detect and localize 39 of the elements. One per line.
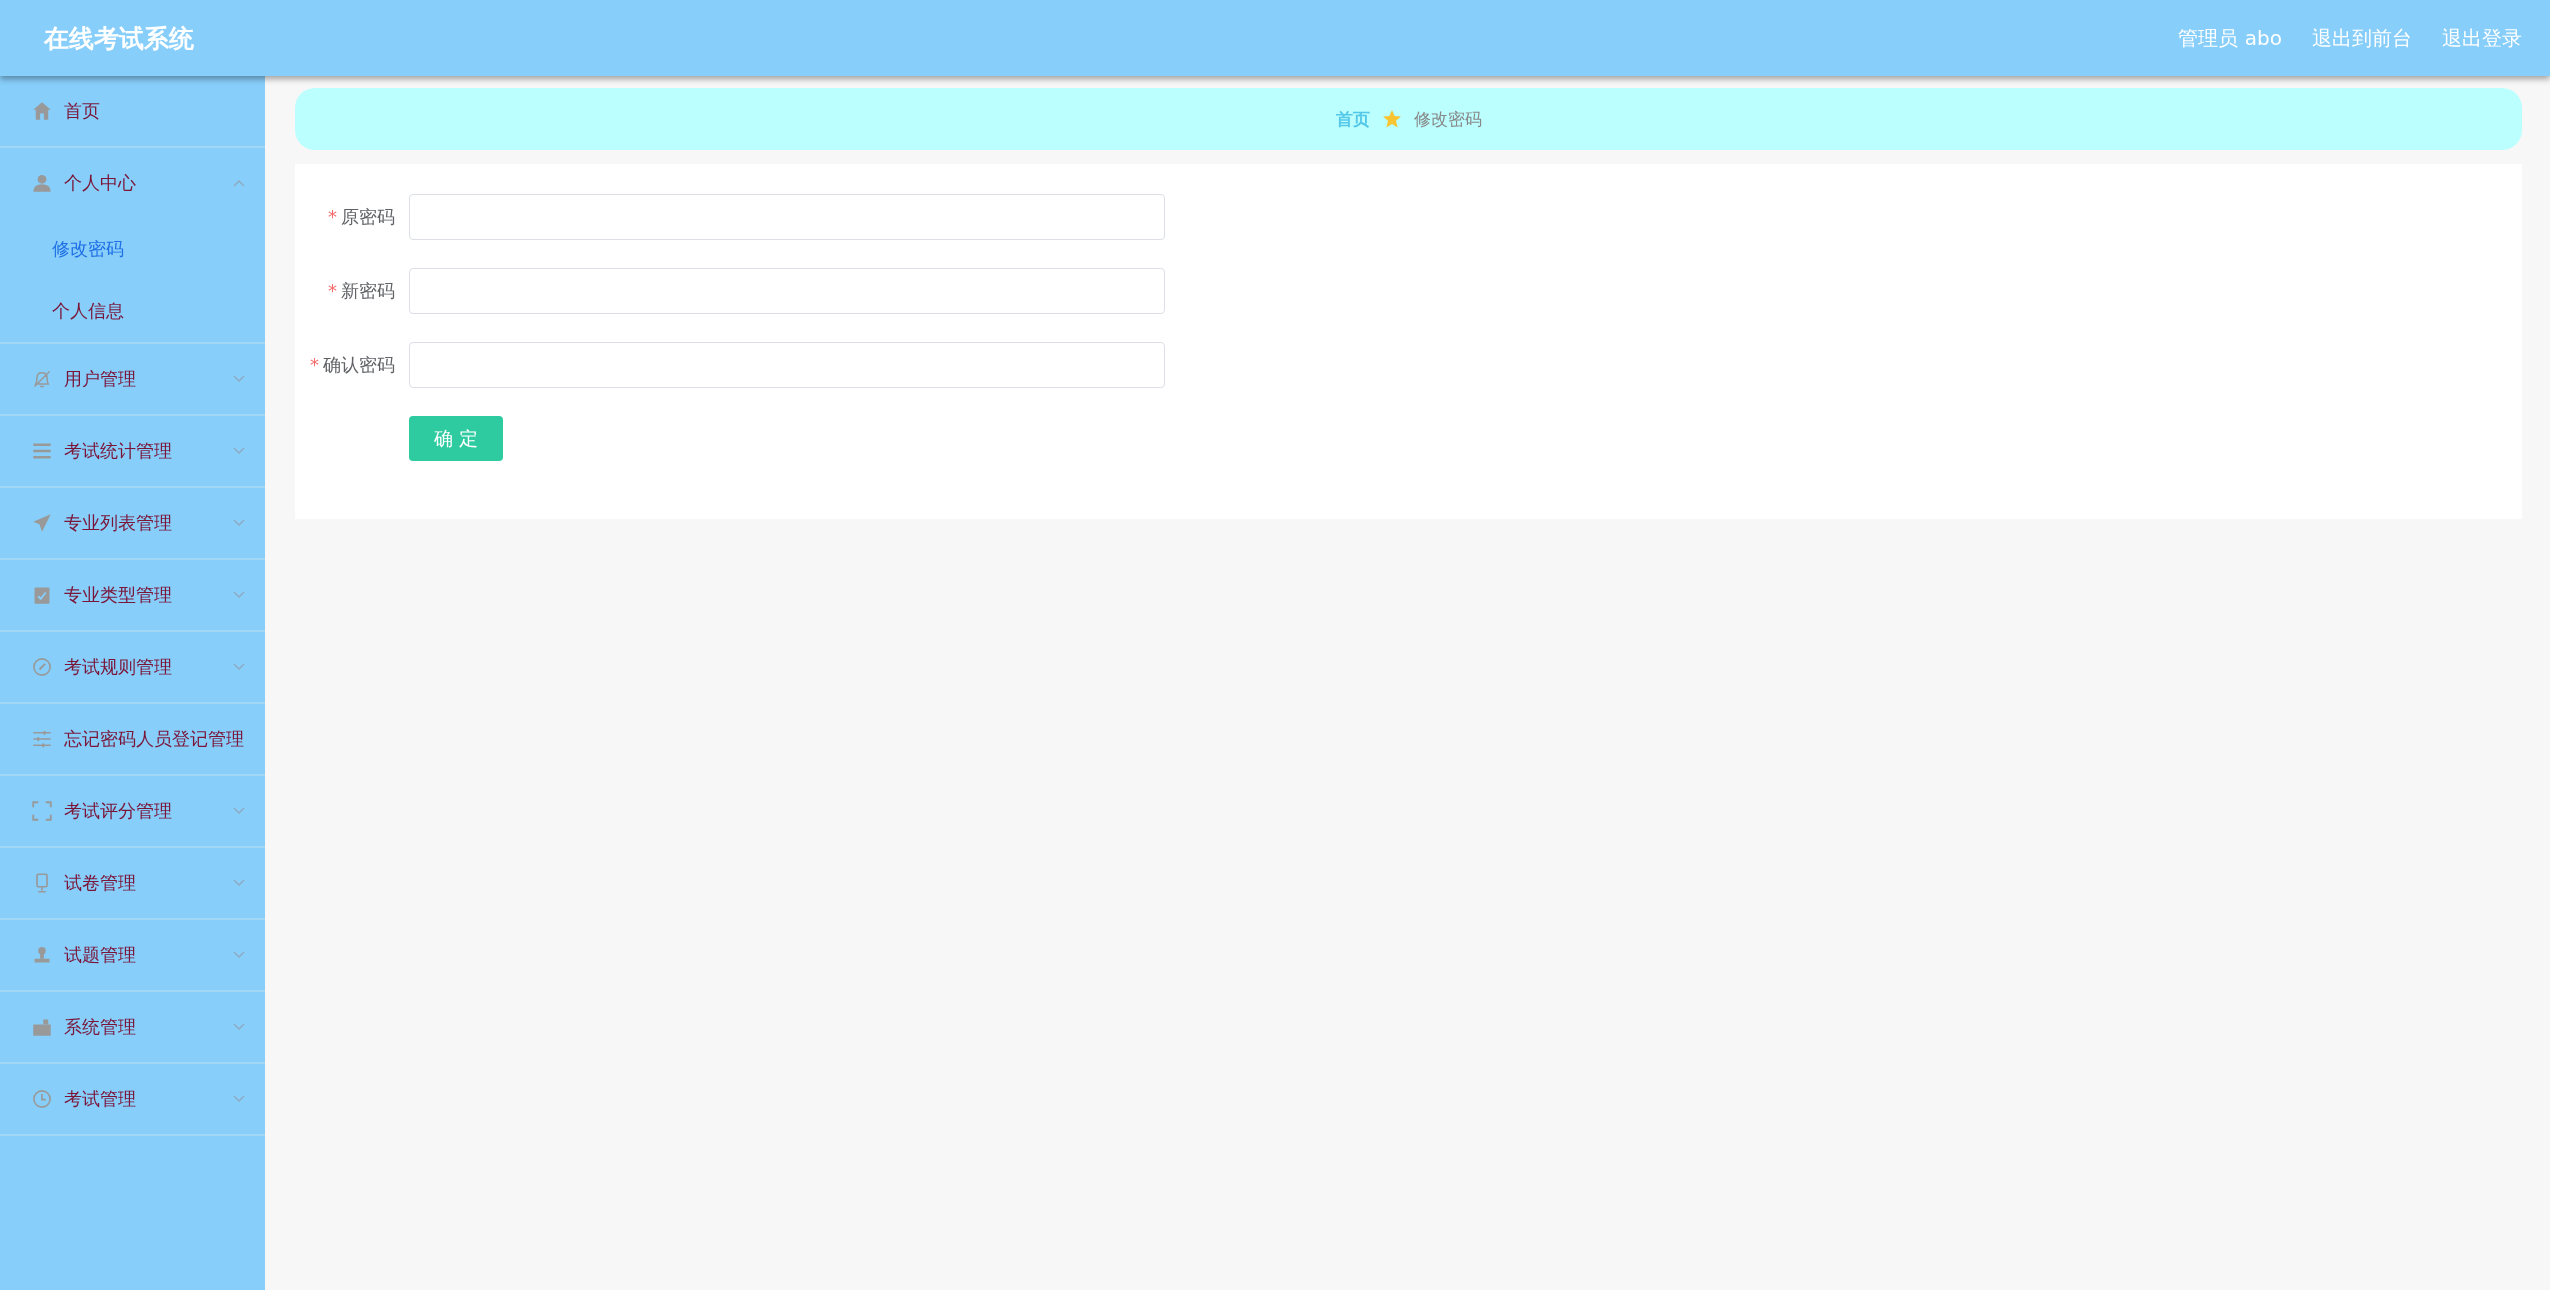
- star-icon: [1381, 109, 1402, 129]
- required-mark: *: [310, 354, 319, 375]
- frame-icon: [32, 801, 52, 821]
- home-icon: [32, 101, 52, 121]
- clipboard-icon: [32, 585, 52, 605]
- compass-icon: [32, 657, 52, 677]
- sliders-icon: [32, 729, 52, 749]
- password-field[interactable]: [409, 268, 1165, 314]
- field-label: 新密码: [341, 280, 395, 301]
- sidebar-item[interactable]: 考试规则管理: [0, 632, 265, 704]
- clock-icon: [32, 1089, 52, 1109]
- sidebar-item[interactable]: 专业类型管理: [0, 560, 265, 632]
- required-mark: *: [328, 280, 337, 301]
- password-field[interactable]: [409, 194, 1165, 240]
- sidebar-item[interactable]: 试卷管理: [0, 848, 265, 920]
- sidebar-item[interactable]: 考试统计管理: [0, 416, 265, 488]
- sidebar-item[interactable]: 首页: [0, 76, 265, 148]
- field-label: 确认密码: [323, 354, 395, 375]
- password-field[interactable]: [409, 342, 1165, 388]
- list-icon: [32, 441, 52, 461]
- briefcase-icon: [32, 1017, 52, 1037]
- app-title: 在线考试系统: [44, 22, 194, 55]
- required-mark: *: [328, 206, 337, 227]
- sidebar-item[interactable]: 考试管理: [0, 1064, 265, 1136]
- user-icon: [32, 173, 52, 193]
- sidebar-item[interactable]: 专业列表管理: [0, 488, 265, 560]
- breadcrumb-current: 修改密码: [1413, 107, 1482, 131]
- paper-plane-icon: [32, 513, 52, 533]
- sidebar-item[interactable]: 个人中心: [0, 148, 265, 218]
- sidebar-item[interactable]: 忘记密码人员登记管理: [0, 704, 265, 776]
- field-label: 原密码: [341, 206, 395, 227]
- sidebar-item[interactable]: 系统管理: [0, 992, 265, 1064]
- sidebar-item[interactable]: 用户管理: [0, 344, 265, 416]
- stamp-icon: [32, 945, 52, 965]
- sidebar-item[interactable]: 考试评分管理: [0, 776, 265, 848]
- user-label: 管理员 abo: [2178, 24, 2282, 52]
- submenu-item[interactable]: 个人信息: [0, 280, 265, 342]
- bell-icon: [32, 369, 52, 389]
- sidebar-item[interactable]: 试题管理: [0, 920, 265, 992]
